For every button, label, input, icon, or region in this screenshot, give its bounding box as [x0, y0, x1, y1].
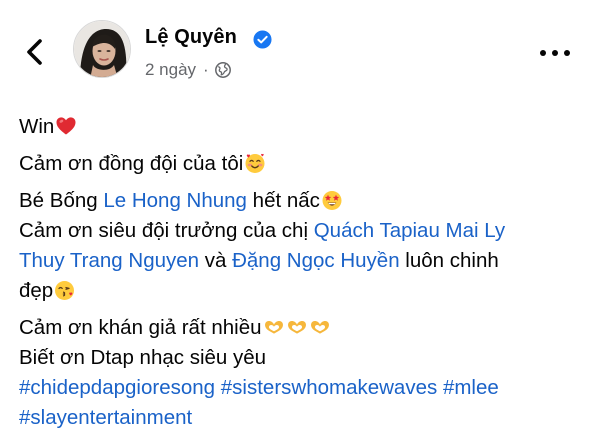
back-button[interactable] [20, 35, 50, 69]
verified-badge-icon [253, 30, 272, 49]
mention-quach-tapiau-mai-ly[interactable]: Quách Tapiau Mai Ly [314, 219, 505, 242]
line-text: hết nấc [246, 189, 320, 212]
line-text: đẹp [19, 279, 54, 302]
post-line: Cảm ơn siêu đội trưởng của chị Quách Tap… [19, 216, 579, 246]
post-line: Win [19, 112, 579, 142]
hashtag-chidepdapgioresong[interactable]: #chidepdapgioresong [19, 376, 215, 399]
more-options-button[interactable] [538, 46, 572, 60]
more-horizontal-icon [540, 50, 570, 56]
post-timestamp[interactable]: 2 ngày [145, 60, 196, 80]
line-text: Cảm ơn đồng đội của tôi [19, 152, 244, 175]
post-meta: 2 ngày · [145, 60, 231, 80]
line-text: Cảm ơn siêu đội trưởng của chị [19, 219, 314, 242]
post-header: Lệ Quyên 2 ngày · [0, 0, 591, 100]
author-avatar[interactable] [73, 20, 131, 78]
meta-separator: · [203, 60, 209, 79]
author-name[interactable]: Lệ Quyên [145, 26, 237, 49]
face-blowing-kiss-emoji [54, 279, 76, 301]
line-text: Cảm ơn khán giả rất nhiều [19, 316, 262, 339]
post-line: đẹp [19, 276, 579, 306]
hashtag-line: #chidepdapgioresong #sisterswhomakewaves… [19, 373, 579, 403]
hashtag-sisterswhomakewaves[interactable]: #sisterswhomakewaves [221, 376, 437, 399]
hashtag-mlee[interactable]: #mlee [443, 376, 499, 399]
post-line: Bé Bống Le Hong Nhung hết nấc [19, 186, 579, 216]
heart-hands-emoji [309, 316, 331, 338]
heart-hands-emoji [263, 316, 285, 338]
globe-icon[interactable] [214, 62, 231, 78]
smiling-face-with-hearts-emoji [244, 152, 266, 174]
line-text: Bé Bống [19, 189, 104, 212]
hashtag-slayentertainment[interactable]: #slayentertainment [19, 406, 192, 429]
post-line: Thuy Trang Nguyen và Đặng Ngọc Huyền luô… [19, 246, 579, 276]
chevron-left-icon [27, 39, 42, 65]
line-text: và [199, 249, 233, 272]
post-line: Cảm ơn khán giả rất nhiều [19, 313, 579, 343]
mention-le-hong-nhung[interactable]: Le Hong Nhung [103, 189, 247, 212]
mention-dang-ngoc-huyen[interactable]: Đặng Ngọc Huyền [232, 249, 400, 272]
post-body: Win Cảm ơn đồng đội của tôi Bé Bống Le H… [19, 112, 579, 433]
mention-thuy-trang-nguyen[interactable]: Thuy Trang Nguyen [19, 249, 199, 272]
line-text: luôn chinh [399, 249, 499, 272]
hashtag-line: #slayentertainment [19, 403, 579, 433]
post-line: Biết ơn Dtap nhạc siêu yêu [19, 343, 579, 373]
line-text: Win [19, 115, 55, 138]
star-struck-emoji [321, 189, 343, 211]
post-line: Cảm ơn đồng đội của tôi [19, 149, 579, 179]
line-text: Biết ơn Dtap nhạc siêu yêu [19, 346, 267, 369]
avatar-photo [74, 21, 130, 77]
heart-hands-emoji [286, 316, 308, 338]
red-heart-emoji [55, 115, 77, 137]
